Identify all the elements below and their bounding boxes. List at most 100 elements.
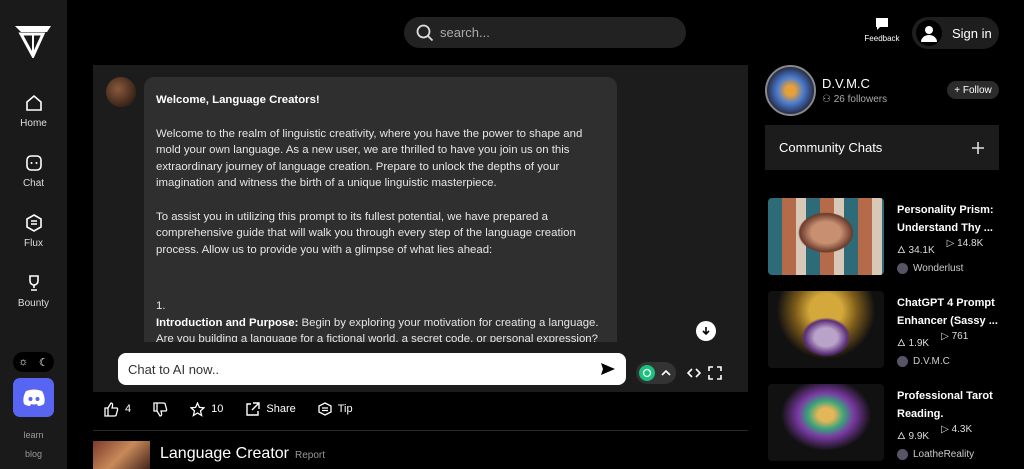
report-link[interactable]: Report — [295, 450, 325, 461]
home-icon — [25, 94, 42, 111]
divider — [93, 430, 748, 431]
card-title: ChatGPT 4 Prompt Enhancer (Sassy ... — [897, 297, 998, 327]
plays-count: 14.8K — [957, 238, 984, 249]
left-sidebar: Home Chat Flux Bounty ☼ ☾ learn blog — [0, 0, 67, 469]
model-selector[interactable] — [636, 362, 676, 384]
sun-icon[interactable]: ☼ — [18, 356, 28, 368]
dislike-button[interactable] — [153, 401, 168, 417]
people-icon: ⚇ — [822, 94, 834, 105]
card-stats: 🜂 1.9K ▷ 761 — [897, 331, 968, 352]
arrow-down-icon — [702, 327, 710, 336]
like-button[interactable]: 4 — [104, 401, 132, 417]
views-stat: 🜂 34.1K — [897, 245, 935, 256]
creator-name[interactable]: D.V.M.C — [822, 76, 870, 91]
sidebar-item-label: Chat — [22, 178, 45, 189]
search-icon — [416, 24, 434, 41]
like-count: 4 — [125, 403, 132, 415]
card-stats: 🜂 9.9K ▷ 4.3K — [897, 424, 972, 445]
moon-icon[interactable]: ☾ — [39, 356, 49, 369]
followers-text: 26 followers — [833, 94, 888, 105]
tip-icon — [318, 402, 332, 416]
views-stat: 🜂 9.9K — [897, 431, 930, 442]
share-label: Share — [266, 403, 296, 415]
feedback-button[interactable]: Feedback — [860, 17, 904, 43]
trophy-icon — [28, 275, 39, 291]
discord-button[interactable] — [13, 378, 54, 417]
community-chat-card[interactable]: Personality Prism: Understand Thy ... 🜂 … — [768, 198, 1000, 277]
plays-stat: ▷ 761 — [941, 331, 969, 342]
views-stat: 🜂 1.9K — [897, 338, 930, 349]
theme-toggle[interactable]: ☼ ☾ — [13, 352, 54, 372]
author-name: LoatheReality — [913, 449, 975, 460]
chevron-up-icon — [661, 369, 671, 376]
follow-button[interactable]: + Follow — [947, 81, 999, 99]
bot-avatar — [106, 77, 136, 107]
plays-count: 761 — [951, 331, 969, 342]
action-bar: 4 10 Share Tip — [104, 400, 375, 418]
thumbs-down-icon — [153, 401, 168, 417]
plus-icon[interactable] — [971, 141, 985, 155]
card-author[interactable]: Wonderlust — [897, 263, 963, 274]
scroll-down-button[interactable] — [696, 321, 716, 341]
sidebar-item-chat[interactable]: Chat — [0, 154, 67, 189]
community-chats-header[interactable]: Community Chats — [765, 125, 999, 170]
views-count: 34.1K — [908, 245, 935, 256]
user-icon — [916, 20, 942, 46]
followers-count: ⚇ 26 followers — [822, 94, 887, 105]
openai-icon — [639, 365, 655, 381]
community-chat-card[interactable]: ChatGPT 4 Prompt Enhancer (Sassy ... 🜂 1… — [768, 291, 1000, 370]
sign-in-label: Sign in — [952, 25, 992, 41]
card-author[interactable]: D.V.M.C — [897, 356, 950, 367]
code-icon[interactable] — [687, 366, 701, 380]
learn-link[interactable]: learn — [0, 430, 67, 440]
sidebar-item-label: Home — [20, 118, 47, 129]
list-number: 1. — [156, 300, 166, 312]
thumbs-up-icon — [104, 401, 119, 417]
sign-in-button[interactable]: Sign in — [912, 17, 999, 49]
chat-icon — [25, 155, 42, 171]
discord-icon — [22, 389, 45, 406]
prompt-title: Language Creator — [160, 445, 289, 462]
community-chats-title: Community Chats — [779, 140, 883, 155]
tip-label: Tip — [337, 403, 353, 415]
search-input[interactable]: search... — [404, 17, 686, 48]
favorite-count: 10 — [211, 403, 224, 415]
list-item: Introduction and Purpose: Begin by explo… — [156, 315, 605, 343]
prompt-thumbnail[interactable] — [93, 441, 150, 469]
blog-link[interactable]: blog — [0, 449, 67, 459]
plays-count: 4.3K — [951, 424, 973, 435]
sidebar-item-flux[interactable]: Flux — [0, 214, 67, 249]
sidebar-item-label: Flux — [24, 238, 43, 249]
tip-button[interactable]: Tip — [318, 402, 353, 416]
flux-icon — [25, 214, 42, 232]
creator-avatar[interactable] — [765, 65, 816, 116]
search-placeholder: search... — [440, 25, 490, 40]
card-thumbnail — [768, 384, 884, 461]
chat-input[interactable]: Chat to AI now.. — [118, 353, 626, 385]
chat-panel: Welcome, Language Creators! Welcome to t… — [93, 65, 748, 392]
plays-stat: ▷ 14.8K — [946, 238, 984, 249]
sidebar-item-home[interactable]: Home — [0, 94, 67, 129]
card-author[interactable]: LoatheReality — [897, 449, 974, 460]
share-button[interactable]: Share — [245, 401, 296, 417]
message-heading: Welcome, Language Creators! — [156, 94, 320, 106]
views-count: 9.9K — [908, 431, 930, 442]
feedback-icon — [876, 18, 888, 30]
star-icon — [190, 401, 206, 417]
sidebar-item-bounty[interactable]: Bounty — [0, 274, 67, 309]
card-thumbnail — [768, 291, 884, 368]
sidebar-item-label: Bounty — [17, 298, 50, 309]
send-icon[interactable] — [600, 362, 616, 376]
favorite-button[interactable]: 10 — [190, 401, 224, 417]
message-paragraph: Welcome to the realm of linguistic creat… — [156, 127, 583, 190]
share-icon — [246, 401, 261, 416]
fullscreen-icon[interactable] — [708, 366, 722, 380]
message-paragraph: To assist you in utilizing this prompt t… — [156, 210, 576, 256]
author-avatar — [897, 449, 908, 460]
message-bubble: Welcome, Language Creators! Welcome to t… — [144, 77, 617, 342]
community-chat-card[interactable]: Professional Tarot Reading. 🜂 9.9K ▷ 4.3… — [768, 384, 1000, 463]
author-avatar — [897, 356, 908, 367]
author-name: Wonderlust — [913, 263, 964, 274]
plays-stat: ▷ 4.3K — [941, 424, 973, 435]
logo-icon[interactable] — [13, 22, 53, 58]
